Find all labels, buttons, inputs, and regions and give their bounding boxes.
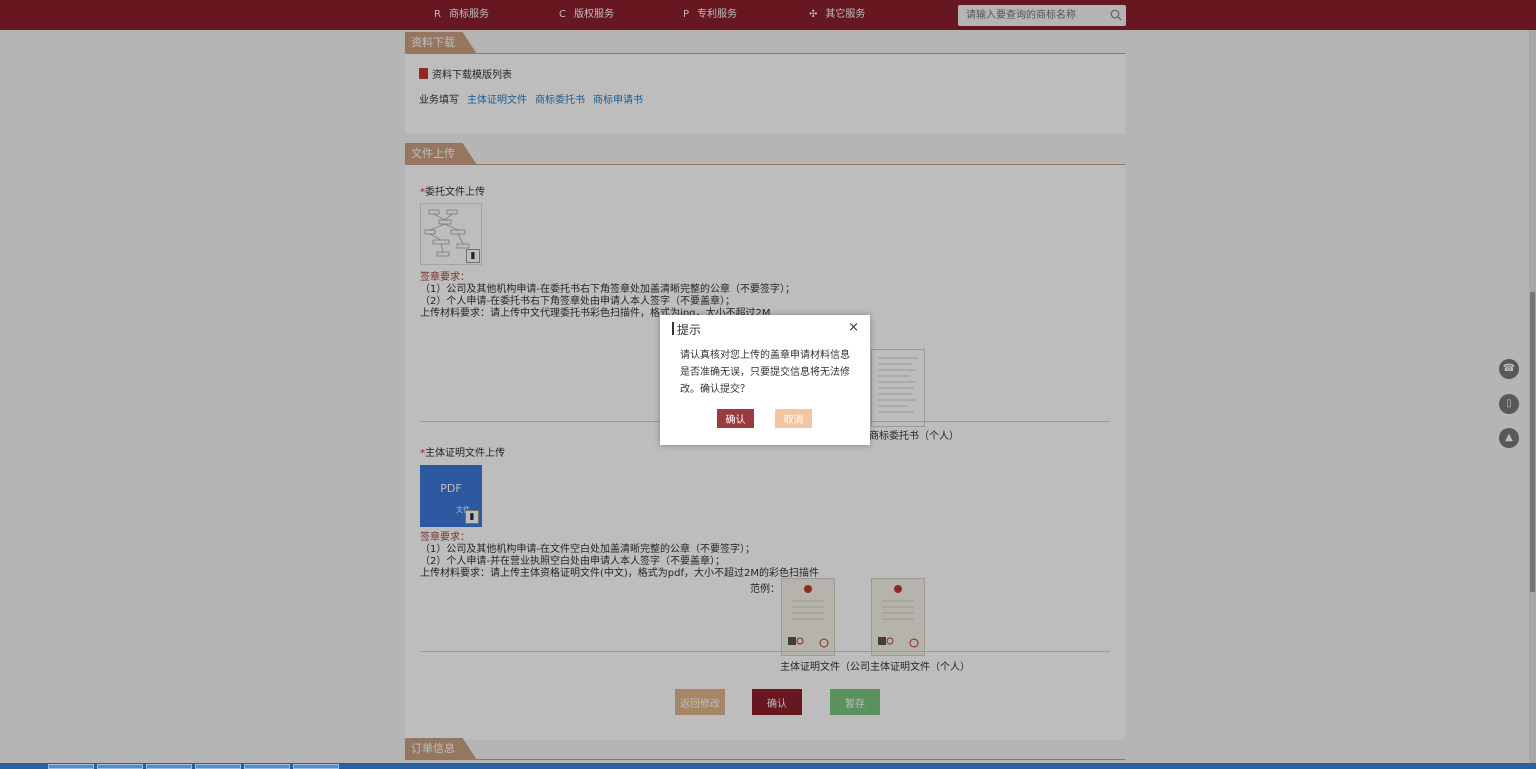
close-icon[interactable]: × bbox=[848, 320, 859, 335]
taskbar-app-5[interactable] bbox=[244, 764, 290, 769]
taskbar-app-3[interactable] bbox=[146, 764, 192, 769]
dialog-message: 请认真核对您上传的盖章申请材料信息 是否准确无误，只要提交信息将无法修 改。确认… bbox=[680, 350, 850, 395]
dialog-cancel-button[interactable]: 取消 bbox=[775, 409, 812, 428]
confirm-dialog: 提示 × 请认真核对您上传的盖章申请材料信息 是否准确无误，只要提交信息将无法修… bbox=[660, 315, 870, 445]
dialog-confirm-button[interactable]: 确认 bbox=[717, 409, 754, 428]
taskbar-app-1[interactable] bbox=[48, 764, 94, 769]
dialog-title: 提示 bbox=[677, 323, 702, 337]
taskbar-app-6[interactable] bbox=[293, 764, 339, 769]
taskbar-app-2[interactable] bbox=[97, 764, 143, 769]
taskbar-app-4[interactable] bbox=[195, 764, 241, 769]
title-accent-bar bbox=[672, 322, 674, 335]
